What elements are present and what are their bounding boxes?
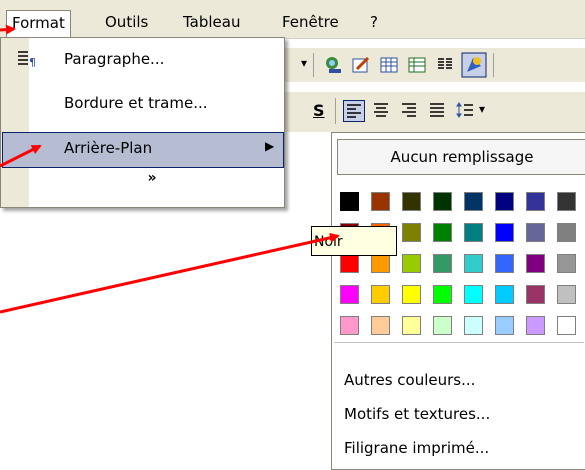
menu-separator bbox=[334, 342, 584, 343]
color-swatch[interactable] bbox=[402, 285, 421, 304]
color-swatch[interactable] bbox=[433, 192, 452, 211]
toolbar-separator bbox=[313, 53, 314, 77]
color-swatch[interactable] bbox=[495, 285, 514, 304]
color-swatch[interactable] bbox=[526, 285, 545, 304]
menu-item-paragraphe[interactable]: ¶ Paragraphe... bbox=[2, 43, 282, 77]
color-swatch[interactable] bbox=[495, 254, 514, 273]
color-swatch[interactable] bbox=[371, 316, 390, 335]
color-swatch[interactable] bbox=[464, 254, 483, 273]
menu-item-filigrane[interactable]: Filigrane imprimé... bbox=[344, 439, 489, 457]
menu-help[interactable]: ? bbox=[365, 10, 383, 34]
color-swatch[interactable] bbox=[371, 254, 390, 273]
color-swatch[interactable] bbox=[557, 192, 576, 211]
menu-fenetre[interactable]: Fenêtre bbox=[277, 10, 344, 34]
dropdown-arrow-icon[interactable]: ▾ bbox=[301, 56, 307, 70]
color-swatch[interactable] bbox=[526, 316, 545, 335]
color-swatch[interactable] bbox=[340, 316, 359, 335]
color-swatch[interactable] bbox=[433, 285, 452, 304]
color-swatch[interactable] bbox=[526, 254, 545, 273]
tables-borders-icon[interactable] bbox=[351, 55, 371, 75]
color-swatch[interactable] bbox=[340, 285, 359, 304]
dropdown-arrow-icon[interactable]: ▾ bbox=[479, 102, 485, 116]
color-swatch[interactable] bbox=[402, 254, 421, 273]
toolbar-separator bbox=[335, 98, 336, 124]
color-tooltip: Noir bbox=[311, 226, 397, 256]
insert-excel-icon[interactable] bbox=[407, 55, 427, 75]
justify-icon[interactable] bbox=[427, 100, 447, 120]
color-swatch[interactable] bbox=[433, 316, 452, 335]
menu-item-bordure-trame[interactable]: Bordure et trame... bbox=[2, 87, 282, 121]
color-swatch[interactable] bbox=[557, 316, 576, 335]
line-spacing-icon[interactable] bbox=[455, 100, 475, 120]
insert-table-icon[interactable] bbox=[379, 55, 399, 75]
color-swatch[interactable] bbox=[526, 192, 545, 211]
menu-item-arriere-plan[interactable]: Arrière-Plan ▶ bbox=[2, 132, 284, 168]
standard-toolbar: ▾ bbox=[283, 48, 585, 82]
color-swatch[interactable] bbox=[495, 316, 514, 335]
svg-text:¶: ¶ bbox=[29, 56, 36, 69]
color-swatch[interactable] bbox=[433, 254, 452, 273]
color-swatch[interactable] bbox=[557, 285, 576, 304]
color-swatch[interactable] bbox=[402, 223, 421, 242]
drawing-icon[interactable] bbox=[461, 52, 487, 78]
color-swatch[interactable] bbox=[464, 192, 483, 211]
color-swatch[interactable] bbox=[402, 192, 421, 211]
color-swatch[interactable] bbox=[340, 254, 359, 273]
color-swatch[interactable] bbox=[464, 316, 483, 335]
align-left-icon[interactable] bbox=[343, 100, 365, 122]
submenu-arrow-icon: ▶ bbox=[265, 139, 275, 153]
arrow-to-black-swatch bbox=[0, 232, 340, 314]
chevron-double-down-icon[interactable]: » bbox=[142, 170, 162, 190]
color-swatch[interactable] bbox=[526, 223, 545, 242]
underline-s-button[interactable]: S bbox=[313, 101, 325, 120]
no-fill-button[interactable]: Aucun remplissage bbox=[337, 139, 585, 175]
columns-icon[interactable] bbox=[435, 55, 455, 75]
color-swatch[interactable] bbox=[371, 192, 390, 211]
menu-item-autres-couleurs[interactable]: Autres couleurs... bbox=[344, 371, 475, 389]
color-swatch[interactable] bbox=[371, 285, 390, 304]
formatting-toolbar: S ▾ bbox=[283, 92, 585, 132]
color-swatch[interactable] bbox=[495, 192, 514, 211]
color-swatch[interactable] bbox=[557, 223, 576, 242]
menu-tableau[interactable]: Tableau bbox=[178, 10, 246, 34]
hyperlink-icon[interactable] bbox=[323, 55, 343, 75]
color-swatch[interactable] bbox=[557, 254, 576, 273]
paragraph-icon: ¶ bbox=[18, 51, 36, 69]
color-swatch[interactable] bbox=[402, 316, 421, 335]
arriere-plan-submenu: Aucun remplissage Autres couleurs... Mot… bbox=[331, 132, 585, 470]
color-swatch[interactable] bbox=[495, 223, 514, 242]
format-dropdown-menu: ¶ Paragraphe... Bordure et trame... Arri… bbox=[0, 37, 285, 208]
align-center-icon[interactable] bbox=[371, 100, 391, 120]
align-right-icon[interactable] bbox=[399, 100, 419, 120]
menu-bar: Format Outils Tableau Fenêtre ? bbox=[0, 0, 585, 39]
color-swatch[interactable] bbox=[464, 223, 483, 242]
color-swatch[interactable] bbox=[464, 285, 483, 304]
color-swatch[interactable] bbox=[433, 223, 452, 242]
menu-format[interactable]: Format bbox=[6, 10, 71, 38]
menu-item-motifs-textures[interactable]: Motifs et textures... bbox=[344, 405, 490, 423]
color-swatch[interactable] bbox=[338, 190, 361, 213]
menu-outils[interactable]: Outils bbox=[100, 10, 153, 34]
toolbar-separator bbox=[493, 53, 494, 77]
